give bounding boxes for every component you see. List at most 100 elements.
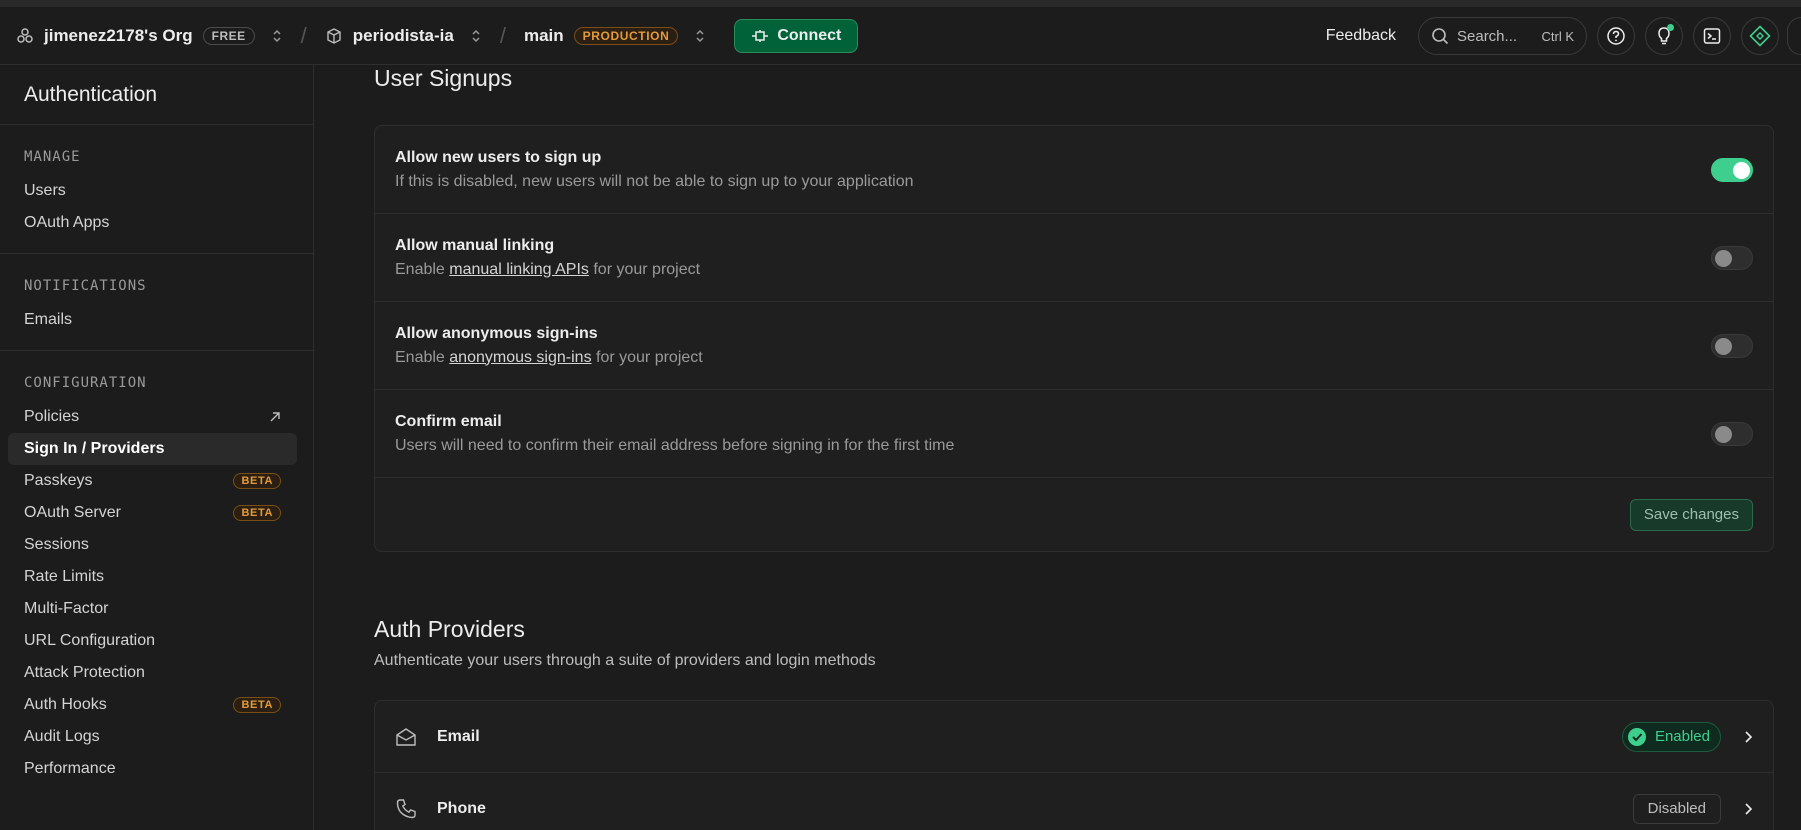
chevron-up-down-icon bbox=[696, 29, 704, 42]
plug-icon bbox=[752, 29, 769, 42]
beta-badge: BETA bbox=[233, 505, 281, 521]
search-input[interactable]: Search... Ctrl K bbox=[1418, 17, 1587, 55]
terminal-icon bbox=[1703, 28, 1721, 44]
external-link-icon bbox=[270, 412, 280, 422]
setting-description: If this is disabled, new users will not … bbox=[395, 173, 914, 191]
section-heading: MANAGE bbox=[24, 149, 81, 165]
chevron-up-down-icon bbox=[273, 29, 281, 42]
whats-new-button[interactable] bbox=[1645, 17, 1683, 55]
setting-description-text: If this is disabled, new users will not … bbox=[395, 172, 914, 190]
sidebar-item-audit-logs[interactable]: Audit Logs bbox=[8, 721, 297, 753]
branch-name: main bbox=[523, 25, 564, 45]
breadcrumb-separator: / bbox=[499, 22, 506, 48]
user-signups-card: Allow new users to sign up If this is di… bbox=[374, 125, 1774, 552]
org-switcher[interactable]: jimenez2178's Org FREE bbox=[16, 26, 283, 46]
chevron-right-icon bbox=[1745, 730, 1753, 743]
search-icon bbox=[1432, 28, 1449, 45]
sidebar-item-label: Sessions bbox=[24, 536, 89, 553]
sidebar-item-oauth-apps[interactable]: OAuth Apps bbox=[8, 207, 297, 239]
check-circle-icon bbox=[1627, 727, 1646, 746]
sidebar-item-multi-factor[interactable]: Multi-Factor bbox=[8, 593, 297, 625]
toggle-knob bbox=[1733, 161, 1750, 179]
card-footer: Save changes bbox=[375, 478, 1773, 551]
manual-linking-toggle[interactable] bbox=[1711, 245, 1753, 270]
terminal-button[interactable] bbox=[1693, 17, 1731, 55]
connect-button[interactable]: Connect bbox=[734, 18, 859, 53]
chevron-right-icon bbox=[1745, 802, 1753, 815]
beta-badge: BETA bbox=[233, 473, 281, 489]
project-switcher[interactable]: periodista-ia bbox=[325, 26, 482, 46]
sidebar-item-users[interactable]: Users bbox=[8, 175, 297, 207]
save-changes-button[interactable]: Save changes bbox=[1629, 498, 1753, 531]
setting-description-text: Enable bbox=[395, 260, 450, 278]
anonymous-sign-ins-link[interactable]: anonymous sign-ins bbox=[449, 349, 591, 366]
sidebar-item-label: OAuth Apps bbox=[24, 214, 110, 231]
sidebar-item-label: OAuth Server bbox=[24, 504, 121, 521]
plan-badge: FREE bbox=[202, 26, 255, 45]
assistant-button[interactable] bbox=[1741, 17, 1779, 55]
sidebar-item-rate-limits[interactable]: Rate Limits bbox=[8, 561, 297, 593]
box-icon bbox=[327, 27, 341, 44]
setting-description-text: Enable bbox=[395, 348, 450, 366]
setting-description: Enable anonymous sign-ins for your proje… bbox=[395, 349, 703, 367]
help-button[interactable] bbox=[1597, 17, 1635, 55]
toggle-knob bbox=[1715, 249, 1732, 267]
sidebar-item-sign-in-providers[interactable]: Sign In / Providers bbox=[8, 433, 297, 465]
auth-providers-subtitle: Authenticate your users through a suite … bbox=[374, 652, 876, 669]
setting-description-text: for your project bbox=[588, 260, 701, 278]
sidebar-item-label: Sign In / Providers bbox=[24, 440, 165, 457]
phone-icon bbox=[396, 798, 416, 818]
avatar[interactable] bbox=[1787, 17, 1801, 55]
setting-title: Allow anonymous sign-ins bbox=[395, 324, 598, 342]
sidebar-item-policies[interactable]: Policies bbox=[8, 401, 297, 433]
anonymous-sign-ins-toggle[interactable] bbox=[1711, 333, 1753, 358]
allow-signups-toggle[interactable] bbox=[1711, 157, 1753, 182]
section-heading: NOTIFICATIONS bbox=[24, 278, 147, 294]
auth-providers-card: Email Enabled Phone Disabled bbox=[374, 700, 1774, 830]
sidebar-item-label: Passkeys bbox=[24, 472, 93, 489]
branch-switcher[interactable]: main PRODUCTION bbox=[524, 26, 706, 46]
sidebar-section-manage: MANAGE Users OAuth Apps bbox=[0, 125, 313, 254]
search-shortcut: Ctrl K bbox=[1541, 28, 1575, 44]
toggle-knob bbox=[1715, 425, 1732, 443]
sidebar-item-auth-hooks[interactable]: Auth Hooks BETA bbox=[8, 689, 297, 721]
breadcrumb-separator: / bbox=[300, 22, 307, 48]
status-label: Enabled bbox=[1654, 728, 1710, 745]
sidebar-item-oauth-server[interactable]: OAuth Server BETA bbox=[8, 497, 297, 529]
sidebar-item-label: Rate Limits bbox=[24, 568, 105, 585]
sidebar-item-attack-protection[interactable]: Attack Protection bbox=[8, 657, 297, 689]
search-placeholder: Search... bbox=[1457, 27, 1518, 45]
confirm-email-toggle[interactable] bbox=[1711, 421, 1753, 446]
auth-providers-title: Auth Providers bbox=[374, 616, 525, 642]
sidebar-item-label: Users bbox=[24, 182, 66, 199]
setting-row-allow-signups: Allow new users to sign up If this is di… bbox=[375, 126, 1773, 214]
window-top-strip bbox=[0, 0, 1801, 7]
sidebar-item-sessions[interactable]: Sessions bbox=[8, 529, 297, 561]
provider-row-phone[interactable]: Phone Disabled bbox=[375, 773, 1773, 830]
environment-badge: PRODUCTION bbox=[573, 26, 679, 45]
sidebar-item-label: Emails bbox=[24, 311, 73, 328]
user-signups-title: User Signups bbox=[374, 65, 513, 91]
provider-row-email[interactable]: Email Enabled bbox=[375, 701, 1773, 773]
beta-badge: BETA bbox=[233, 697, 281, 713]
feedback-button[interactable]: Feedback bbox=[1326, 27, 1396, 45]
sidebar-title: Authentication bbox=[0, 65, 313, 125]
sidebar-item-emails[interactable]: Emails bbox=[8, 304, 297, 336]
diamond-icon bbox=[1749, 25, 1771, 47]
connect-label: Connect bbox=[777, 26, 842, 44]
toggle-knob bbox=[1715, 337, 1732, 355]
sidebar-item-passkeys[interactable]: Passkeys BETA bbox=[8, 465, 297, 497]
mail-icon bbox=[396, 727, 416, 746]
setting-description-text: for your project bbox=[591, 348, 703, 366]
sidebar-item-url-configuration[interactable]: URL Configuration bbox=[8, 625, 297, 657]
sidebar-item-label: Attack Protection bbox=[24, 664, 145, 681]
chevron-up-down-icon bbox=[472, 29, 480, 42]
top-bar: jimenez2178's Org FREE / periodista-ia /… bbox=[0, 7, 1801, 65]
setting-title: Confirm email bbox=[395, 412, 502, 430]
manual-linking-apis-link[interactable]: manual linking APIs bbox=[449, 261, 589, 278]
sidebar-item-label: Auth Hooks bbox=[24, 696, 107, 713]
sidebar-item-performance[interactable]: Performance bbox=[8, 753, 297, 785]
setting-description: Users will need to confirm their email a… bbox=[395, 437, 954, 455]
section-heading: CONFIGURATION bbox=[24, 375, 147, 391]
setting-title: Allow manual linking bbox=[395, 236, 555, 254]
